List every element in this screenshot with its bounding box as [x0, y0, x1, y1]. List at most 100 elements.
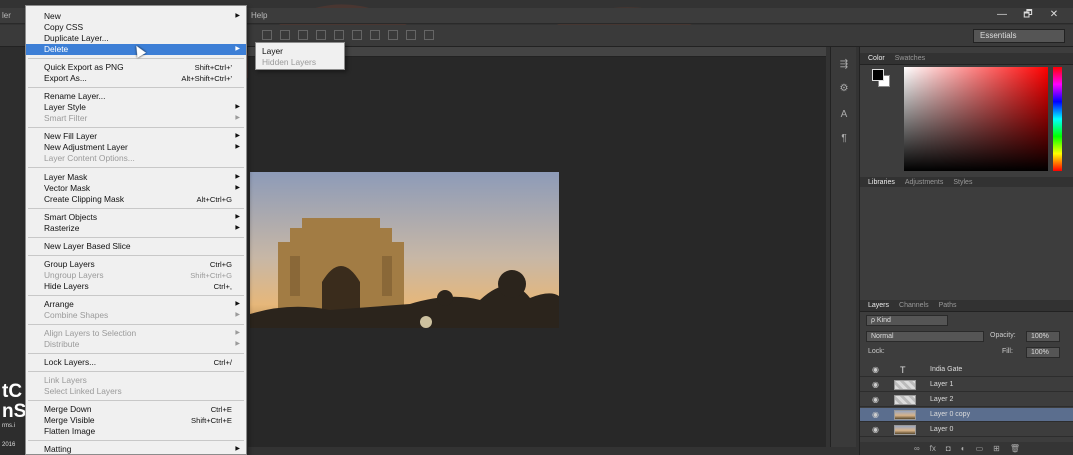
- align-left-icon[interactable]: [262, 30, 272, 40]
- layer-name: Layer 1: [930, 381, 954, 388]
- menu-item-duplicate-layer[interactable]: Duplicate Layer...: [26, 33, 246, 44]
- mask-icon[interactable]: ◘: [946, 442, 951, 455]
- watermark-small-1: rms.i: [2, 423, 15, 429]
- menu-separator: [28, 208, 244, 209]
- layer-name: Layer 0 copy: [930, 411, 971, 418]
- distribute-center-icon[interactable]: [388, 30, 398, 40]
- align-bottom-icon[interactable]: [352, 30, 362, 40]
- menu-layer[interactable]: ler: [2, 11, 11, 20]
- libraries-panel: [860, 187, 1073, 297]
- blend-mode-select[interactable]: Normal: [866, 331, 984, 342]
- fill-label: Fill:: [1002, 348, 1013, 355]
- link-icon[interactable]: ∞: [914, 442, 920, 455]
- menu-item-create-clipping-mask[interactable]: Create Clipping Mask Alt+Ctrl+G: [26, 194, 246, 205]
- character-panel-icon[interactable]: A: [837, 109, 851, 123]
- delete-submenu: Layer Hidden Layers: [255, 42, 345, 70]
- align-middle-icon[interactable]: [334, 30, 344, 40]
- visibility-eye-icon[interactable]: ◉: [872, 408, 879, 422]
- menu-separator: [28, 255, 244, 256]
- india-gate-photo[interactable]: [250, 172, 559, 328]
- menu-item-flatten-image[interactable]: Flatten Image: [26, 426, 246, 437]
- layer-row-layer-0-copy[interactable]: ◉ Layer 0 copy: [860, 408, 1073, 422]
- menu-item-smart-objects[interactable]: Smart Objects ▶: [26, 212, 246, 223]
- align-right-icon[interactable]: [298, 30, 308, 40]
- auto-align-icon[interactable]: [424, 30, 434, 40]
- restore-button[interactable]: 🗗: [1015, 8, 1041, 23]
- visibility-eye-icon[interactable]: ◉: [872, 423, 879, 437]
- hue-slider[interactable]: [1053, 67, 1062, 171]
- fx-icon[interactable]: fx: [930, 442, 936, 455]
- tools-panel: tC nS rms.i 2016: [0, 47, 26, 455]
- right-panels: Color Swatches Libraries Adjustments Sty…: [859, 47, 1073, 455]
- menu-item-export-as[interactable]: Export As... Alt+Shift+Ctrl+': [26, 73, 246, 84]
- layer-thumbnail: [894, 410, 916, 420]
- visibility-eye-icon[interactable]: ◉: [872, 363, 879, 377]
- menu-item-layer-content-options: Layer Content Options...: [44, 153, 135, 163]
- folder-icon[interactable]: ▭: [976, 442, 984, 455]
- layer-kind-filter[interactable]: ρ Kind: [866, 315, 948, 326]
- menu-item-vector-mask[interactable]: Vector Mask ▶: [26, 183, 246, 194]
- menu-item-new-adjustment-layer[interactable]: New Adjustment Layer ▶: [26, 142, 246, 153]
- distribute-right-icon[interactable]: [406, 30, 416, 40]
- menu-separator: [28, 237, 244, 238]
- align-center-icon[interactable]: [280, 30, 290, 40]
- menu-item-new-fill-layer[interactable]: New Fill Layer ▶: [26, 131, 246, 142]
- layer-row-india-gate[interactable]: ◉ T India Gate: [860, 363, 1073, 377]
- menu-item-new[interactable]: New ▶: [26, 11, 246, 22]
- menu-item-distribute: Distribute ▶: [44, 339, 240, 349]
- layer-thumbnail: [894, 380, 916, 390]
- menu-item-merge-visible[interactable]: Merge Visible Shift+Ctrl+E: [26, 415, 246, 426]
- color-picker-field[interactable]: [904, 67, 1048, 171]
- tab-swatches[interactable]: Swatches: [895, 53, 925, 64]
- menu-help[interactable]: Help: [251, 11, 267, 20]
- menu-separator: [28, 353, 244, 354]
- window-controls: — 🗗 ✕: [989, 8, 1067, 23]
- menu-item-group-layers[interactable]: Group Layers Ctrl+G: [26, 259, 246, 270]
- layer-row-layer-0[interactable]: ◉ Layer 0: [860, 423, 1073, 437]
- menu-item-new-layer-based-slice[interactable]: New Layer Based Slice: [26, 241, 246, 252]
- fill-input[interactable]: 100%: [1026, 347, 1060, 358]
- layer-context-menu: New ▶ Copy CSS Duplicate Layer... Delete ▶…: [25, 5, 247, 455]
- visibility-eye-icon[interactable]: ◉: [872, 378, 879, 392]
- menu-separator: [28, 440, 244, 441]
- menu-item-copy-css[interactable]: Copy CSS: [26, 22, 246, 33]
- workspace-switcher[interactable]: Essentials: [973, 29, 1065, 43]
- menu-item-merge-down[interactable]: Merge Down Ctrl+E: [26, 404, 246, 415]
- new-layer-icon[interactable]: ⊞: [993, 442, 1000, 455]
- distribute-left-icon[interactable]: [370, 30, 380, 40]
- menu-item-hide-layers[interactable]: Hide Layers Ctrl+,: [26, 281, 246, 292]
- foreground-color-swatch[interactable]: [872, 69, 884, 81]
- layers-panel-footer: ∞ fx ◘ ◐ ▭ ⊞ 🗑: [860, 442, 1073, 455]
- menu-item-layer-style[interactable]: Layer Style ▶: [26, 102, 246, 113]
- menu-item-layer-mask[interactable]: Layer Mask ▶: [26, 172, 246, 183]
- menu-item-ungroup-layers: Ungroup Layers Shift+Ctrl+G: [44, 270, 232, 280]
- menu-separator: [28, 127, 244, 128]
- photoshop-window: ler Help — 🗗 ✕ Essentials tC nS rms.i 20…: [0, 0, 1073, 455]
- submenu-item-layer[interactable]: Layer: [262, 46, 344, 57]
- minimize-button[interactable]: —: [989, 8, 1015, 23]
- tab-channels[interactable]: Channels: [899, 300, 929, 311]
- opacity-input[interactable]: 100%: [1026, 331, 1060, 342]
- menu-item-combine-shapes: Combine Shapes ▶: [44, 310, 240, 320]
- history-panel-icon[interactable]: ⇶: [837, 59, 851, 73]
- layer-row-layer-2[interactable]: ◉ Layer 2: [860, 393, 1073, 407]
- properties-panel-icon[interactable]: ⚙: [837, 83, 851, 97]
- adjustment-icon[interactable]: ◐: [961, 442, 966, 455]
- layer-row-layer-1[interactable]: ◉ Layer 1: [860, 378, 1073, 392]
- menu-separator: [28, 324, 244, 325]
- menu-item-matting[interactable]: Matting ▶: [26, 444, 246, 455]
- tab-layers[interactable]: Layers: [868, 300, 889, 311]
- menu-item-rename-layer[interactable]: Rename Layer...: [26, 91, 246, 102]
- menu-item-quick-export[interactable]: Quick Export as PNG Shift+Ctrl+': [26, 62, 246, 73]
- close-button[interactable]: ✕: [1041, 8, 1067, 23]
- visibility-eye-icon[interactable]: ◉: [872, 393, 879, 407]
- menu-item-smart-filter: Smart Filter ▶: [44, 113, 240, 123]
- tab-color[interactable]: Color: [868, 53, 885, 64]
- tab-paths[interactable]: Paths: [939, 300, 957, 311]
- menu-item-lock-layers[interactable]: Lock Layers... Ctrl+/: [26, 357, 246, 368]
- menu-item-arrange[interactable]: Arrange ▶: [26, 299, 246, 310]
- paragraph-panel-icon[interactable]: ¶: [837, 133, 851, 147]
- trash-icon[interactable]: 🗑: [1010, 442, 1020, 455]
- align-top-icon[interactable]: [316, 30, 326, 40]
- menu-item-rasterize[interactable]: Rasterize ▶: [26, 223, 246, 234]
